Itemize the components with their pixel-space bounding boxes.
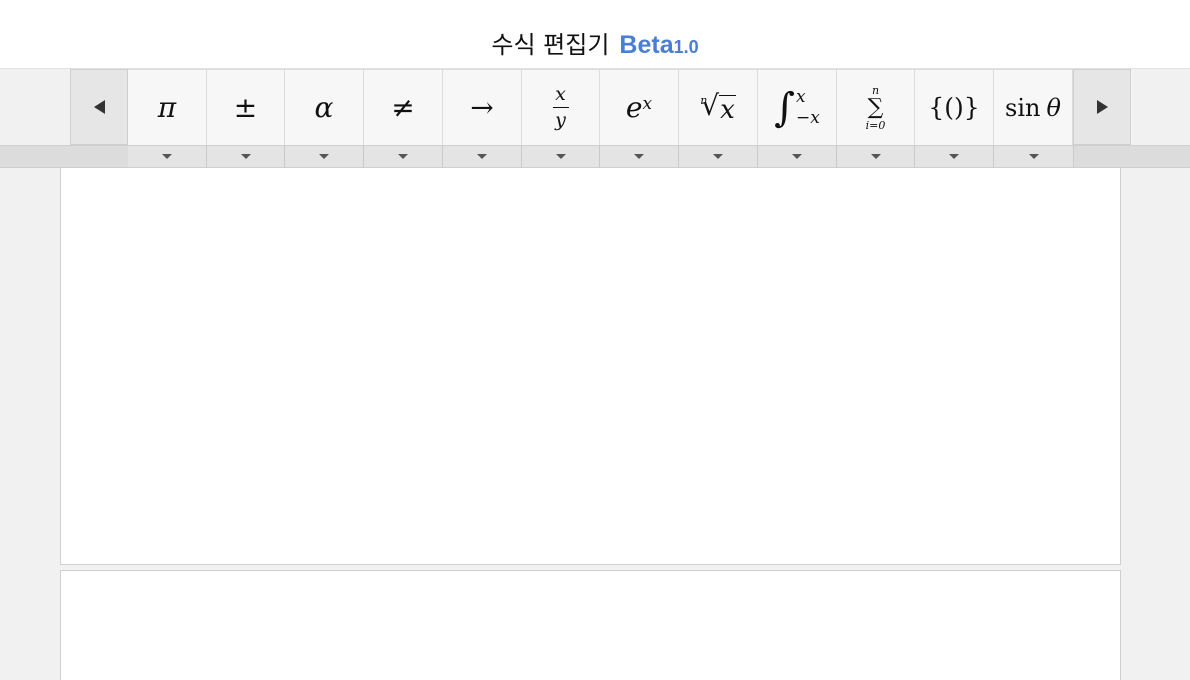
- chevron-down-icon: [319, 154, 329, 159]
- chevron-down-icon: [398, 154, 408, 159]
- dropdown-fraction[interactable]: [522, 146, 600, 167]
- plusminus-symbol: ±: [233, 90, 258, 124]
- fraction-denominator: y: [555, 109, 566, 131]
- brackets-symbol: {()}: [928, 93, 980, 122]
- title-version: 1.0: [673, 36, 699, 57]
- tool-fraction[interactable]: x y: [522, 69, 600, 145]
- chevron-down-icon: [792, 154, 802, 159]
- dropdown-exponent[interactable]: [600, 146, 679, 167]
- root-argument: x: [719, 95, 736, 125]
- dropdown-plusminus[interactable]: [207, 146, 285, 167]
- tool-plusminus[interactable]: ±: [207, 69, 285, 145]
- dropdown-root[interactable]: [679, 146, 758, 167]
- chevron-down-icon: [634, 154, 644, 159]
- sigma-sign: ∑: [867, 94, 884, 120]
- sum-upper: n: [871, 83, 880, 97]
- page-title: 수식 편집기 Beta 1.0: [491, 25, 698, 60]
- notequal-symbol: ≠: [391, 90, 415, 124]
- sum-symbol: n ∑ i=0: [866, 85, 886, 131]
- title-text: 수식 편집기: [491, 30, 610, 59]
- dropdown-arrow[interactable]: [443, 146, 522, 167]
- chevron-down-icon: [870, 154, 881, 159]
- integral-upper: x: [796, 87, 806, 108]
- tool-arrow[interactable]: →: [443, 69, 522, 145]
- trig-function: sin: [1005, 93, 1041, 122]
- equation-editor-area[interactable]: [60, 168, 1121, 565]
- integral-symbol: ∫ x −x: [774, 87, 820, 128]
- toolbar-prev-button[interactable]: [70, 69, 128, 145]
- tool-root[interactable]: n √ x: [679, 69, 758, 145]
- tool-sum[interactable]: n ∑ i=0: [837, 69, 915, 145]
- tool-notequal[interactable]: ≠: [364, 69, 443, 145]
- dropdown-notequal[interactable]: [364, 146, 443, 167]
- toolbar-next-button[interactable]: [1073, 69, 1131, 145]
- equation-preview-area: [60, 570, 1121, 680]
- chevron-down-icon: [477, 154, 487, 159]
- dropdown-pi[interactable]: [128, 146, 207, 167]
- alpha-symbol: α: [314, 90, 334, 124]
- dropdown-alpha[interactable]: [285, 146, 364, 167]
- chevron-down-icon: [1028, 154, 1039, 159]
- integral-sign: ∫: [774, 84, 795, 131]
- radical-sign: √: [701, 89, 720, 122]
- integral-lower: −x: [796, 107, 820, 128]
- arrow-symbol: →: [470, 90, 494, 124]
- title-beta: Beta: [619, 30, 674, 59]
- sum-lower: i=0: [865, 118, 886, 132]
- chevron-down-icon: [713, 154, 723, 159]
- dropdown-sum[interactable]: [837, 146, 915, 167]
- tool-brackets[interactable]: {()}: [915, 69, 994, 145]
- exponent-sup: x: [642, 93, 653, 114]
- chevron-down-icon: [162, 154, 172, 159]
- triangle-right-icon: [1096, 100, 1108, 114]
- chevron-down-icon: [240, 154, 251, 159]
- tool-alpha[interactable]: α: [285, 69, 364, 145]
- chevron-down-icon: [555, 154, 566, 159]
- tool-exponent[interactable]: ex: [600, 69, 679, 145]
- root-symbol: n √ x: [700, 92, 736, 123]
- triangle-left-icon: [93, 100, 105, 114]
- fraction-numerator: x: [555, 83, 566, 105]
- trig-argument: θ: [1046, 93, 1061, 122]
- pi-symbol: π: [157, 90, 177, 124]
- tool-trig[interactable]: sin θ: [994, 69, 1073, 145]
- tool-pi[interactable]: π: [128, 69, 207, 145]
- fraction-symbol: x y: [552, 83, 569, 131]
- dropdown-brackets[interactable]: [915, 146, 994, 167]
- tool-integral[interactable]: ∫ x −x: [758, 69, 837, 145]
- dropdown-trig[interactable]: [994, 146, 1074, 167]
- exponent-base: e: [625, 90, 643, 124]
- chevron-down-icon: [949, 154, 959, 159]
- symbol-toolbar: π ± α ≠ → x y ex n √ x ∫ x −x n ∑ i=0 {(…: [70, 69, 1132, 145]
- header: 수식 편집기 Beta 1.0: [0, 0, 1190, 69]
- dropdown-integral[interactable]: [758, 146, 837, 167]
